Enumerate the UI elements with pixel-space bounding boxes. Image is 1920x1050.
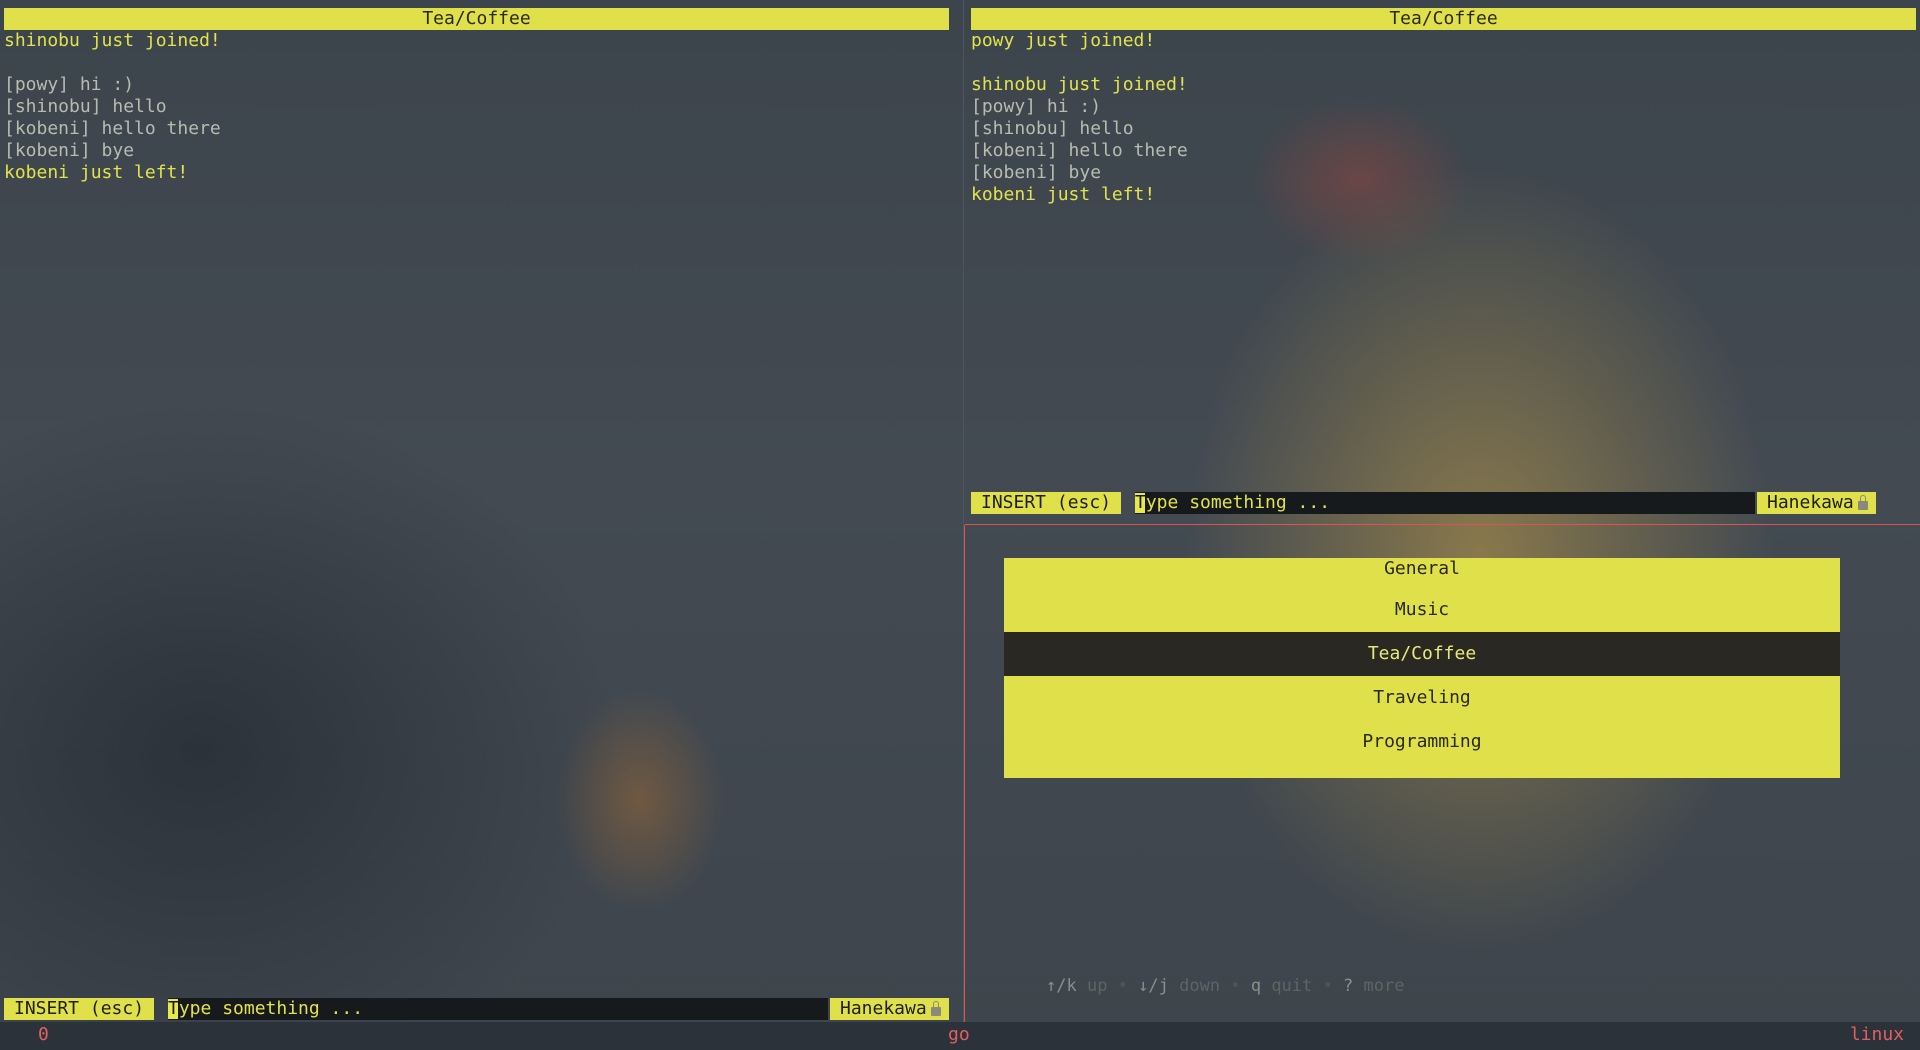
host-name: linux xyxy=(1849,1024,1904,1045)
input-placeholder: ype something ... xyxy=(178,998,364,1019)
system-message: kobeni just left! xyxy=(4,162,189,183)
input-status-bar: INSERT (esc) Type something ... Hanekawa xyxy=(4,998,959,1020)
help-key: ↓/j xyxy=(1138,976,1169,996)
help-description: more xyxy=(1363,976,1405,996)
lock-icon xyxy=(930,1001,941,1016)
room-option[interactable]: General xyxy=(1004,558,1840,588)
chat-pane-right: Tea/Coffee powy just joined! shinobu just… xyxy=(965,0,1920,522)
help-separator: • xyxy=(1312,976,1343,996)
room-title: Tea/Coffee xyxy=(4,8,949,30)
chat-pane-left: Tea/Coffee shinobu just joined! [powy] hi… xyxy=(0,0,963,1022)
help-description: down xyxy=(1179,976,1221,996)
nickname-badge: Hanekawa xyxy=(830,998,949,1020)
lock-icon xyxy=(1857,495,1868,510)
system-message: shinobu just joined! xyxy=(4,30,221,51)
mode-indicator: INSERT (esc) xyxy=(971,492,1122,514)
room-title: Tea/Coffee xyxy=(971,8,1916,30)
help-key: ↑/k xyxy=(1046,976,1077,996)
placeholder-first-char: T xyxy=(168,998,179,1019)
help-description: up xyxy=(1086,976,1108,996)
input-status-bar: INSERT (esc) Type something ... Hanekawa xyxy=(971,492,1916,514)
room-option[interactable]: Traveling xyxy=(1004,676,1840,720)
room-option[interactable]: Tea/Coffee xyxy=(1004,632,1840,676)
message-list: shinobu just joined! [powy] hi :) [shinobu… xyxy=(4,30,959,184)
active-pane-border-left xyxy=(964,525,965,1022)
placeholder-first-char: T xyxy=(1135,492,1146,513)
help-key: q xyxy=(1250,976,1262,996)
nickname-badge: Hanekawa xyxy=(1757,492,1876,514)
chat-message: [powy] hi :) xyxy=(971,96,1102,117)
message-input[interactable]: Type something ... xyxy=(168,998,828,1020)
keyboard-help: ↑/k up • ↓/j down • q quit • ? more xyxy=(1046,975,1404,997)
room-option[interactable]: Programming xyxy=(1004,720,1840,764)
chat-message: [shinobu] hello xyxy=(971,118,1134,139)
chat-message: [kobeni] bye xyxy=(4,140,135,161)
system-message: powy just joined! xyxy=(971,30,1156,51)
chat-message: [powy] hi :) xyxy=(4,74,135,95)
active-pane-border-top xyxy=(965,524,1920,525)
message-list: powy just joined! shinobu just joined! [po… xyxy=(971,30,1916,206)
room-picker[interactable]: General Music Tea/Coffee Traveling Programmi… xyxy=(1004,558,1840,778)
system-message: kobeni just left! xyxy=(971,184,1156,205)
mode-indicator: INSERT (esc) xyxy=(4,998,155,1020)
session-name: go xyxy=(948,1024,970,1045)
session-status-bar: 0 go linux xyxy=(0,1022,1920,1050)
message-input[interactable]: Type something ... xyxy=(1135,492,1755,514)
input-placeholder: ype something ... xyxy=(1145,492,1331,513)
nickname: Hanekawa xyxy=(1767,492,1854,513)
help-separator: • xyxy=(1107,976,1139,996)
chat-message: [kobeni] hello there xyxy=(4,118,221,139)
system-message: shinobu just joined! xyxy=(971,74,1188,95)
help-key: ? xyxy=(1342,976,1354,996)
window-index[interactable]: 0 xyxy=(38,1024,49,1046)
help-description: quit xyxy=(1271,976,1313,996)
nickname: Hanekawa xyxy=(840,998,927,1019)
help-separator: • xyxy=(1220,976,1251,996)
chat-message: [kobeni] hello there xyxy=(971,140,1188,161)
room-option[interactable]: Music xyxy=(1004,588,1840,632)
chat-message: [shinobu] hello xyxy=(4,96,167,117)
chat-message: [kobeni] bye xyxy=(971,162,1102,183)
